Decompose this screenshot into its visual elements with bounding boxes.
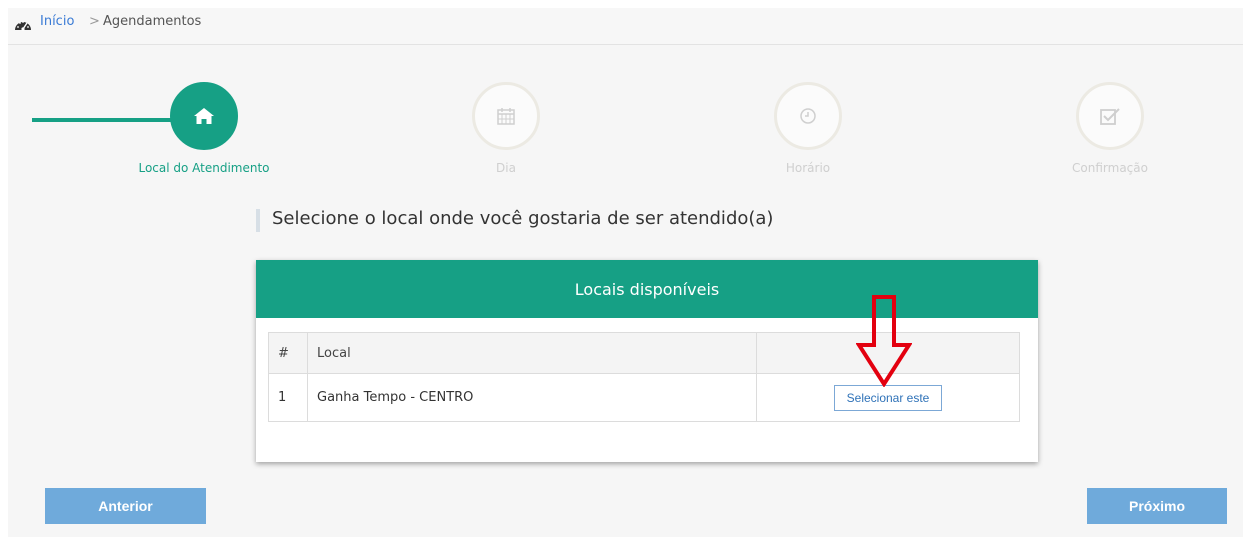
clock-icon bbox=[800, 108, 816, 124]
step-horario bbox=[774, 82, 842, 150]
dashboard-icon bbox=[15, 21, 31, 31]
step-label-local: Local do Atendimento bbox=[138, 161, 270, 175]
panel-title: Locais disponíveis bbox=[256, 260, 1038, 318]
step-label-horario: Horário bbox=[785, 161, 831, 175]
select-location-button[interactable]: Selecionar este bbox=[833, 384, 943, 411]
row-local: Ganha Tempo - CENTRO bbox=[307, 373, 757, 422]
step-label-confirmacao: Confirmação bbox=[1072, 161, 1148, 175]
breadcrumb-separator: > bbox=[89, 14, 100, 29]
page: Início > Agendamentos Local do Atendimen… bbox=[8, 8, 1243, 537]
previous-button[interactable]: Anterior bbox=[45, 488, 206, 524]
breadcrumb-home-link[interactable]: Início bbox=[40, 14, 74, 29]
progress-line bbox=[32, 118, 182, 122]
breadcrumb: Início > Agendamentos bbox=[8, 8, 1243, 45]
home-icon bbox=[194, 108, 214, 124]
page-prompt: Selecione o local onde você gostaria de … bbox=[272, 208, 774, 229]
step-dia bbox=[472, 82, 540, 150]
calendar-icon bbox=[497, 108, 515, 125]
row-number: 1 bbox=[268, 373, 308, 422]
column-header-local: Local bbox=[307, 332, 757, 374]
breadcrumb-current: Agendamentos bbox=[103, 14, 202, 29]
check-square-icon bbox=[1100, 108, 1120, 125]
step-local bbox=[170, 82, 238, 150]
next-button[interactable]: Próximo bbox=[1087, 488, 1227, 524]
step-confirmacao bbox=[1076, 82, 1144, 150]
prompt-accent-bar bbox=[256, 209, 260, 232]
step-label-dia: Dia bbox=[496, 161, 516, 175]
column-header-number: # bbox=[268, 332, 308, 374]
arrow-down-icon bbox=[856, 295, 912, 387]
locations-panel: Locais disponíveis # Local 1 Ganha Tempo… bbox=[256, 260, 1038, 462]
